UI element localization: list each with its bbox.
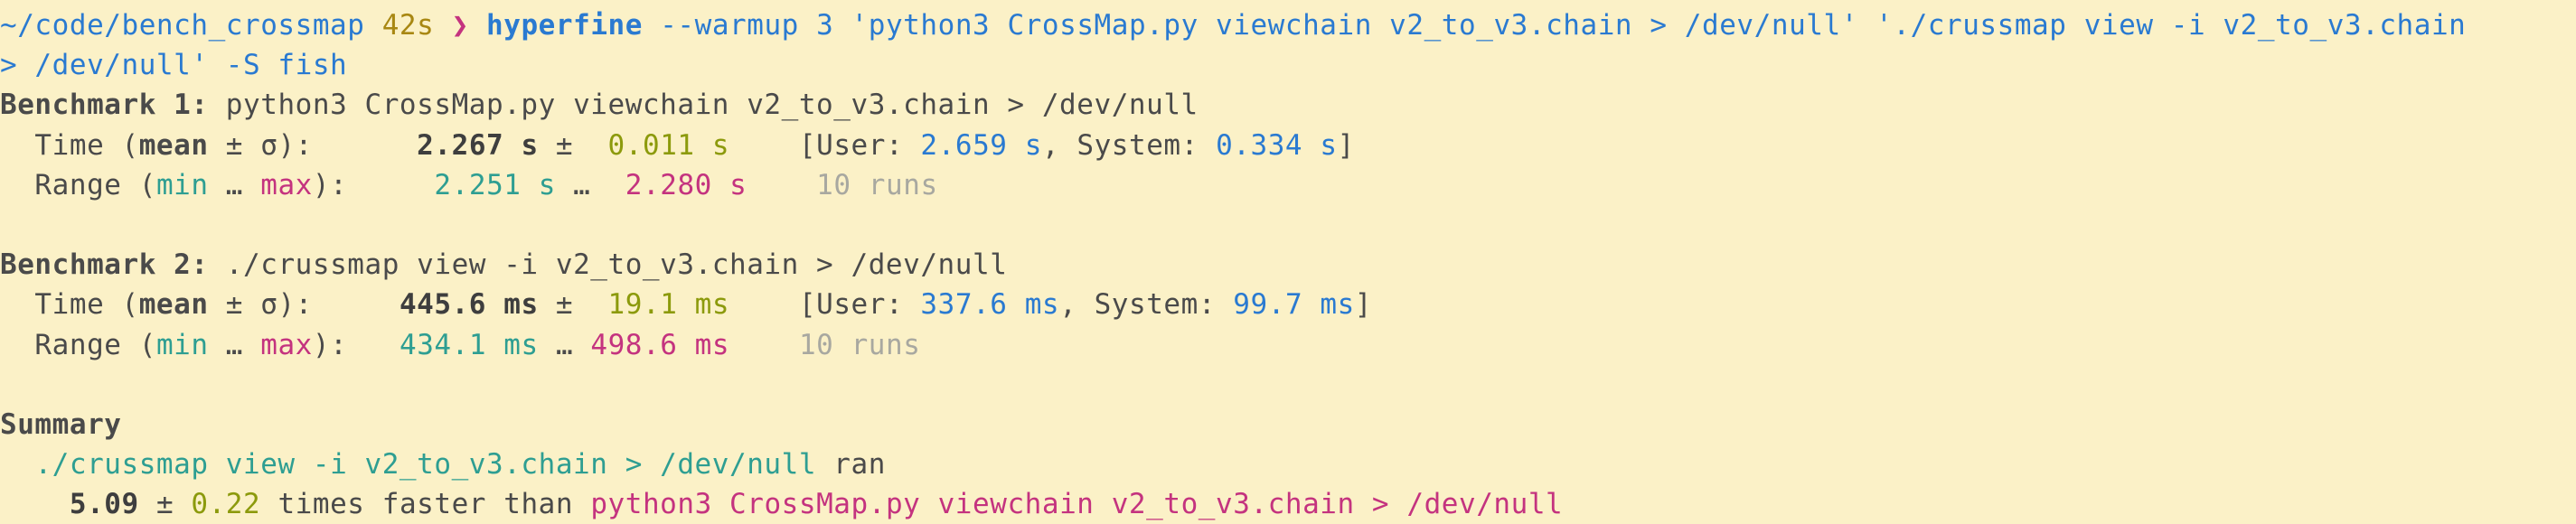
time-label: Time (	[0, 288, 139, 322]
sigma-label: ± σ	[208, 288, 278, 322]
benchmark-heading: Benchmark 2: ./crussmap view -i v2_to_v3…	[0, 245, 2576, 285]
range-row: Range (min … max): 2.251 s … 2.280 s 10 …	[0, 165, 2576, 205]
mean-label: mean	[138, 288, 209, 322]
system-label: , System:	[1059, 288, 1217, 322]
benchmark-label: Benchmark 1:	[0, 89, 209, 122]
ran-label: ran	[833, 448, 886, 482]
command-args: --warmup 3 'python3 CrossMap.py viewchai…	[660, 9, 2467, 42]
max-value: 2.280 s	[625, 168, 747, 201]
time-label-end: ):	[277, 288, 313, 322]
summary-label: Summary	[0, 407, 122, 441]
system-value: 0.334 s	[1216, 128, 1338, 162]
speedup-factor: 5.09	[69, 488, 139, 521]
max-value: 498.6 ms	[590, 328, 730, 361]
time-label: Time (	[0, 128, 139, 162]
prompt-arrow: ❯	[451, 9, 469, 42]
sigma-value: 0.011 s	[607, 128, 730, 162]
speedup-error: 0.22	[191, 488, 261, 521]
prompt-cwd: ~/code/bench_crossmap	[0, 9, 365, 42]
min-label: min	[155, 168, 209, 201]
max-label: max	[260, 168, 313, 201]
mean-value: 445.6 ms	[399, 288, 539, 322]
time-label-end: ):	[277, 128, 313, 162]
faster-than-label: times faster than	[277, 488, 574, 521]
mean-label: mean	[138, 128, 209, 162]
command-name: hyperfine	[486, 9, 643, 42]
benchmark-label: Benchmark 2:	[0, 248, 209, 282]
min-value: 2.251 s	[434, 168, 556, 201]
min-label: min	[155, 328, 209, 361]
range-separator: …	[555, 328, 574, 361]
user-value: 337.6 ms	[920, 288, 1060, 322]
range-label-end: ):	[312, 168, 348, 201]
user-label: [User:	[798, 288, 904, 322]
range-row: Range (min … max): 434.1 ms … 498.6 ms 1…	[0, 325, 2576, 365]
time-row: Time (mean ± σ): 445.6 ms ± 19.1 ms [Use…	[0, 285, 2576, 324]
user-value: 2.659 s	[920, 128, 1042, 162]
benchmark-command: ./crussmap view -i v2_to_v3.chain > /dev…	[225, 248, 1008, 282]
prompt-duration: 42s	[381, 9, 435, 42]
time-row: Time (mean ± σ): 2.267 s ± 0.011 s [User…	[0, 126, 2576, 165]
system-label: , System:	[1041, 128, 1199, 162]
system-value: 99.7 ms	[1233, 288, 1355, 322]
summary-comparison-row: 5.09 ± 0.22 times faster than python3 Cr…	[0, 484, 2576, 524]
terminal-window[interactable]: ~/code/bench_crossmap 42s ❯ hyperfine --…	[0, 0, 2576, 520]
mean-value: 2.267 s	[417, 128, 539, 162]
fastest-command: ./crussmap view -i v2_to_v3.chain > /dev…	[34, 448, 817, 482]
close-bracket: ]	[1354, 288, 1373, 322]
user-label: [User:	[798, 128, 904, 162]
summary-heading: Summary	[0, 405, 2576, 444]
range-label: Range (	[0, 168, 156, 201]
close-bracket: ]	[1337, 128, 1355, 162]
sigma-value: 19.1 ms	[607, 288, 730, 322]
benchmark-command: python3 CrossMap.py viewchain v2_to_v3.c…	[225, 89, 1199, 122]
min-value: 434.1 ms	[400, 328, 539, 361]
runs-count: 10 runs	[816, 168, 938, 201]
range-label-end: ):	[312, 328, 348, 361]
range-separator: …	[573, 168, 591, 201]
range-label: Range (	[0, 328, 156, 361]
benchmark-heading: Benchmark 1: python3 CrossMap.py viewcha…	[0, 85, 2576, 125]
runs-count: 10 runs	[798, 328, 921, 361]
plus-minus: ±	[555, 128, 574, 162]
range-ellipsis: …	[208, 168, 261, 201]
plus-minus: ±	[555, 288, 574, 322]
range-ellipsis: …	[208, 328, 261, 361]
prompt-line: ~/code/bench_crossmap 42s ❯ hyperfine --…	[0, 5, 2576, 45]
sigma-label: ± σ	[208, 128, 278, 162]
max-label: max	[260, 328, 313, 361]
plus-minus: ±	[155, 488, 174, 521]
command-args-continued: > /dev/null' -S fish	[0, 49, 348, 82]
summary-fastest-row: ./crussmap view -i v2_to_v3.chain > /dev…	[0, 444, 2576, 484]
prompt-line-wrap: > /dev/null' -S fish	[0, 45, 2576, 85]
slower-command: python3 CrossMap.py viewchain v2_to_v3.c…	[590, 488, 1564, 521]
